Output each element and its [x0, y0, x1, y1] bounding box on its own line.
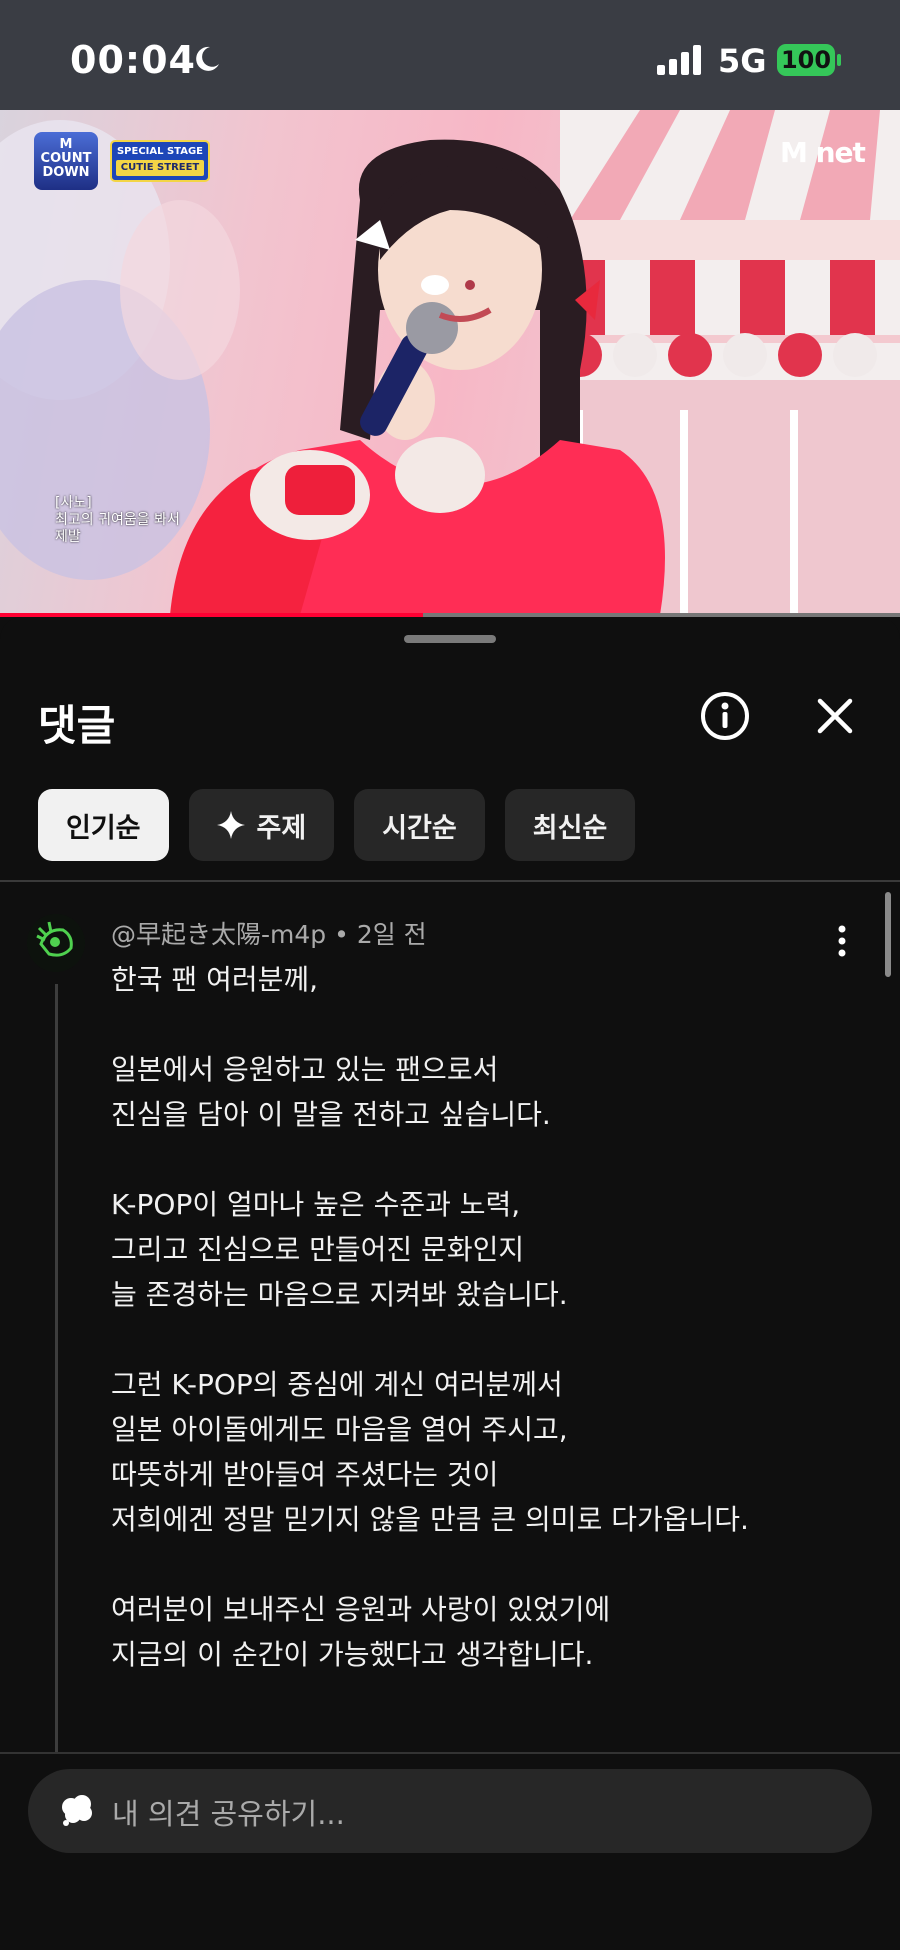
status-bar: 00:04 5G 100	[0, 0, 900, 110]
scrollbar[interactable]	[885, 892, 891, 977]
comment-author[interactable]: @早起き太陽-m4p	[111, 920, 326, 949]
battery-icon: 100	[777, 44, 835, 76]
special-stage-name: CUTIE STREET	[116, 160, 204, 176]
chip-newest[interactable]: 최신순	[504, 789, 636, 861]
chip-label: 인기순	[66, 812, 141, 844]
comment-line: 그런 K-POP의 중심에 계신 여러분께서	[111, 1368, 563, 1401]
comment-line: 저희에겐 정말 믿기지 않을 만큼 큰 의미로 다가옵니다.	[111, 1503, 749, 1536]
chip-label: 최신순	[532, 812, 608, 844]
comment-line: K-POP이 얼마나 높은 수준과 노력,	[111, 1188, 521, 1221]
more-options-icon[interactable]	[830, 919, 854, 963]
chip-label: 주제	[256, 812, 307, 844]
video-caption: [사노] 최고의 귀여움을 봐서 제발	[55, 495, 180, 546]
comment-line: 일본 아이돌에게도 마음을 열어 주시고,	[111, 1413, 568, 1446]
sheet-title: 댓글	[38, 701, 116, 750]
status-time: 00:04	[70, 38, 196, 82]
comment-line: 늘 존경하는 마음으로 지켜봐 왔습니다.	[111, 1278, 568, 1311]
comment-meta: @早起き太陽-m4p • 2일 전	[111, 915, 427, 951]
chip-topic[interactable]: 주제	[188, 789, 335, 861]
video-player[interactable]: M COUNT DOWN SPECIAL STAGE CUTIE STREET …	[0, 110, 900, 615]
comment-line: 따뜻하게 받아들여 주셨다는 것이	[111, 1458, 499, 1491]
avatar-image	[27, 914, 85, 972]
comment-line: 진심을 담아 이 말을 전하고 싶습니다.	[111, 1098, 551, 1131]
meta-separator: •	[334, 920, 357, 949]
chip-timeline[interactable]: 시간순	[354, 789, 485, 861]
caption-line: 최고의 귀여움을 봐서	[55, 512, 180, 528]
comment-line: 일본에서 응원하고 있는 팬으로서	[111, 1053, 499, 1086]
comment-line: 여러분이 보내주신 응원과 사랑이 있었기에	[111, 1593, 611, 1626]
close-icon[interactable]	[808, 689, 862, 743]
chip-popular[interactable]: 인기순	[38, 789, 169, 861]
avatar[interactable]	[27, 914, 85, 972]
comment-time: 2일 전	[356, 920, 427, 949]
special-stage-label: SPECIAL STAGE	[116, 146, 204, 157]
chip-label: 시간순	[382, 812, 457, 844]
info-icon[interactable]	[698, 689, 752, 743]
comment-input-bar: 내 의견 공유하기...	[0, 1752, 900, 1950]
divider	[0, 880, 900, 882]
thread-line	[55, 984, 58, 1864]
comment-input[interactable]: 내 의견 공유하기...	[28, 1769, 872, 1853]
comment-line: 그리고 진심으로 만들어진 문화인지	[111, 1233, 525, 1266]
comment-body: 한국 팬 여러분께, 일본에서 응원하고 있는 팬으로서 진심을 담아 이 말을…	[111, 957, 831, 1677]
countdown-logo: M COUNT DOWN	[34, 132, 98, 190]
input-placeholder: 내 의견 공유하기...	[112, 1797, 345, 1831]
special-stage-badge: SPECIAL STAGE CUTIE STREET	[110, 140, 210, 182]
thought-bubble-icon	[62, 1795, 92, 1826]
drag-handle[interactable]	[404, 635, 496, 643]
battery-tip	[837, 54, 841, 66]
caption-line: [사노]	[55, 495, 92, 511]
comment-line: 지금의 이 순간이 가능했다고 생각합니다.	[111, 1638, 594, 1671]
mnet-logo: M net	[780, 136, 866, 169]
caption-line: 제발	[55, 529, 81, 545]
comments-sheet: 댓글 인기순 주제 시간순 최신순 @早起き太陽-m4p • 2일 전 한국 팬…	[0, 617, 900, 1948]
sparkle-icon	[216, 811, 245, 839]
signal-icon	[657, 45, 701, 75]
comment-line: 한국 팬 여러분께,	[111, 963, 319, 996]
network-type: 5G	[718, 42, 767, 80]
sort-chips: 인기순 주제 시간순 최신순	[38, 789, 636, 861]
moon-icon	[196, 46, 219, 71]
